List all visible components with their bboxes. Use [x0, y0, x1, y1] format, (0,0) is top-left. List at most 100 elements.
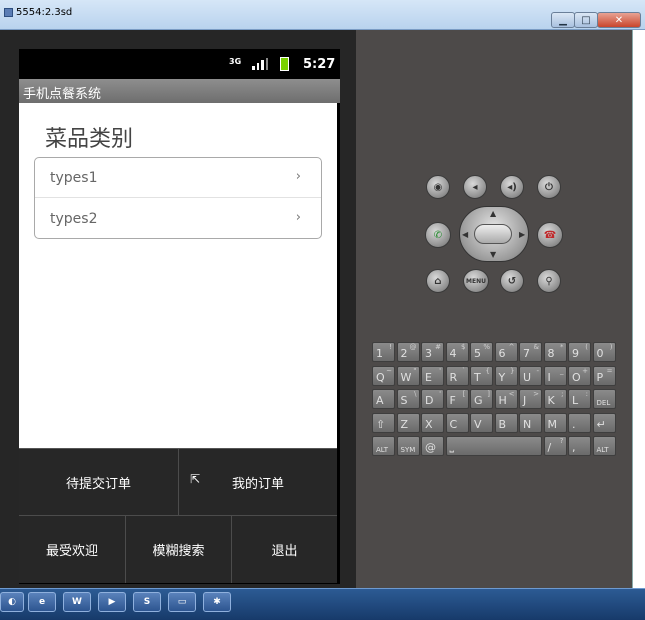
key-8[interactable]: 8 * [543, 342, 567, 362]
key-d[interactable]: D ' [421, 389, 444, 409]
key-u[interactable]: U- [519, 365, 542, 386]
key-label: J [523, 394, 527, 407]
key-alt-label: [ [462, 390, 466, 398]
key-g[interactable]: G] [470, 389, 493, 409]
key-m[interactable]: M [543, 412, 567, 433]
key-s[interactable]: S \ [396, 389, 420, 409]
fuzzy-search-button[interactable]: 模糊搜索 [126, 516, 231, 583]
dpad-down-icon[interactable]: ▼ [490, 250, 496, 259]
key-symbol[interactable]: /? [543, 436, 567, 456]
key-b[interactable]: B [494, 412, 518, 433]
key-label: M [547, 417, 558, 431]
key-symbol[interactable]: ⇧ [372, 412, 395, 433]
key-v[interactable]: V [470, 412, 493, 433]
window-title: 5554:2.3sd [16, 7, 73, 18]
word-icon[interactable]: W [63, 592, 91, 612]
key-w[interactable]: W " [396, 365, 420, 386]
key-del[interactable]: DEL [592, 389, 616, 409]
window-title-bar[interactable]: 5554:2.3sd ▁ □ ✕ [0, 0, 645, 30]
key-label: N [523, 417, 532, 431]
dpad-center-button[interactable] [474, 224, 512, 244]
key-alt[interactable]: ALT [372, 436, 395, 456]
key-y[interactable]: Y} [494, 365, 518, 386]
back-icon[interactable]: ↺ [500, 269, 524, 293]
key-alt[interactable]: ALT [592, 436, 616, 456]
list-item-label: types2 [50, 211, 98, 227]
key-5[interactable]: 5% [470, 342, 493, 362]
key-n[interactable]: N [519, 412, 542, 433]
key-label: , [572, 441, 576, 454]
list-item[interactable]: types1 › [35, 158, 321, 198]
favorites-button[interactable]: 最受欢迎 [19, 516, 125, 583]
key-a[interactable]: A [372, 389, 395, 409]
key-k[interactable]: K; [543, 389, 567, 409]
key-f[interactable]: F[ [445, 389, 469, 409]
key-sym[interactable]: SYM [396, 436, 420, 456]
key-i[interactable]: I _ [543, 365, 567, 386]
key-label: F [449, 394, 456, 407]
dpad-left-icon[interactable]: ◀ [462, 230, 468, 239]
key-alt-label: } [510, 366, 515, 375]
key-c[interactable]: C [445, 412, 469, 433]
key-alt-label: > [533, 390, 539, 398]
menu-icon[interactable]: MENU [463, 269, 489, 293]
key-x[interactable]: X [421, 412, 444, 433]
signal-strength-icon [252, 58, 268, 70]
key-l[interactable]: L: [568, 389, 591, 409]
key-label: O [572, 370, 581, 384]
key-symbol[interactable]: ↵ [592, 412, 616, 433]
key-alt-label: \ [414, 390, 417, 398]
key-h[interactable]: H < [494, 389, 518, 409]
emulator-taskbar-icon[interactable]: ▭ [168, 592, 196, 612]
minimize-button[interactable]: ▁ [551, 12, 575, 28]
exit-button[interactable]: 退出 [232, 516, 337, 583]
key-4[interactable]: 4 $ [445, 342, 469, 362]
key-label: R [449, 370, 458, 384]
key-9[interactable]: 9( [568, 342, 591, 362]
key-j[interactable]: J > [519, 389, 542, 409]
start-button[interactable]: ◐ [0, 592, 24, 612]
home-icon[interactable]: ⌂ [426, 269, 450, 293]
key-label: 0 [596, 347, 604, 360]
maximize-button[interactable]: □ [574, 12, 598, 28]
close-button[interactable]: ✕ [597, 12, 641, 28]
key-symbol[interactable]: @ [421, 436, 444, 456]
key-r[interactable]: R ` [445, 365, 469, 386]
my-orders-button[interactable]: 我的订单 [179, 449, 337, 515]
dpad-right-icon[interactable]: ▶ [519, 230, 525, 239]
call-icon[interactable]: ✆ [425, 222, 451, 248]
key-e[interactable]: E ' [421, 365, 444, 386]
key-2[interactable]: 2 @ [396, 342, 420, 362]
key-p[interactable]: P = [592, 365, 616, 386]
pending-orders-button[interactable]: 待提交订单 [19, 449, 178, 515]
key-q[interactable]: Q ~ [372, 365, 395, 386]
volume-up-icon[interactable]: ◂) [500, 175, 524, 199]
camera-icon[interactable]: ◉ [426, 175, 450, 199]
media-player-icon[interactable]: ▶ [98, 592, 126, 612]
end-call-icon[interactable]: ☎ [537, 222, 563, 248]
key-6[interactable]: 6 ^ [494, 342, 518, 362]
key-0[interactable]: 0) [592, 342, 616, 362]
key-label: ⇧ [376, 417, 386, 431]
background-window-edge [632, 30, 645, 590]
dpad-up-icon[interactable]: ▲ [490, 209, 496, 218]
skype-icon[interactable]: S [133, 592, 161, 612]
key-symbol[interactable]: , [568, 436, 591, 456]
key-o[interactable]: O + [568, 365, 591, 386]
key-label: 4 [449, 347, 457, 360]
ie-icon[interactable]: e [28, 592, 56, 612]
key-t[interactable]: T{ [470, 365, 493, 386]
volume-down-icon[interactable]: ◂ [463, 175, 487, 199]
search-icon[interactable]: ⚲ [537, 269, 561, 293]
list-item-label: types1 [50, 170, 98, 186]
key-1[interactable]: 1! [372, 342, 395, 362]
list-item[interactable]: types2 › [35, 199, 321, 239]
power-icon[interactable]: ⏻ [537, 175, 561, 199]
key-7[interactable]: 7 & [519, 342, 542, 362]
key-symbol[interactable]: . [568, 412, 591, 433]
key-3[interactable]: 3 # [421, 342, 444, 362]
app-taskbar-icon[interactable]: ✱ [203, 592, 231, 612]
key-symbol[interactable]: ⎵ [445, 436, 542, 456]
key-z[interactable]: Z [396, 412, 420, 433]
key-alt-label: = [606, 366, 613, 375]
